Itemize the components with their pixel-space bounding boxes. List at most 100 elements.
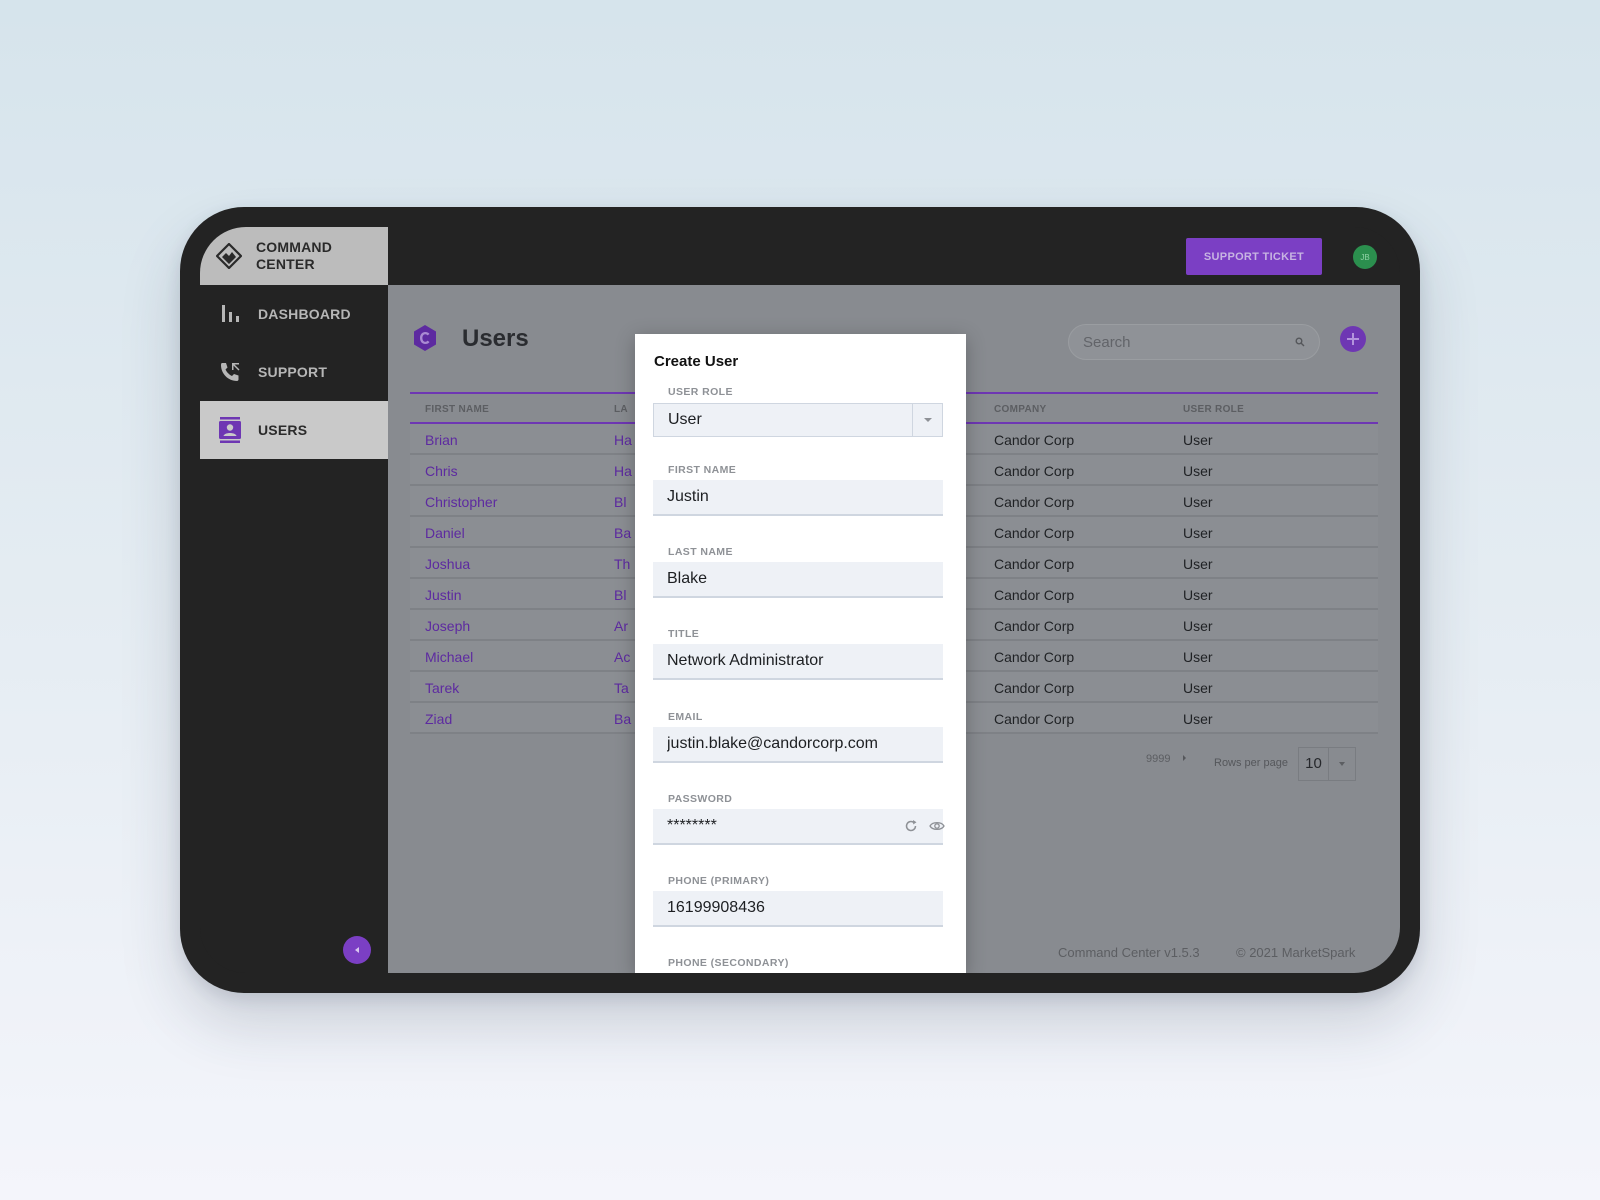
user-role-cell: User	[1183, 463, 1213, 479]
chevron-down-icon	[912, 404, 942, 436]
title-label: TITLE	[668, 628, 700, 640]
first-name-cell[interactable]: Michael	[425, 649, 473, 665]
user-role-cell: User	[1183, 680, 1213, 696]
brand-header[interactable]: COMMAND CENTER	[200, 227, 388, 285]
password-label: PASSWORD	[668, 793, 733, 805]
company-cell: Candor Corp	[994, 494, 1075, 510]
user-role-cell: User	[1183, 618, 1213, 634]
user-role-cell: User	[1183, 556, 1213, 572]
password-field[interactable]	[653, 809, 943, 845]
user-role-cell: User	[1183, 649, 1213, 665]
last-name-cell[interactable]: Bl	[614, 587, 626, 603]
first-name-label: FIRST NAME	[668, 464, 737, 476]
refresh-icon[interactable]	[903, 818, 919, 834]
column-header-user-role[interactable]: USER ROLE	[1183, 404, 1244, 415]
contact-card-icon	[217, 417, 243, 443]
collapse-sidebar-button[interactable]	[343, 936, 371, 964]
company-cell: Candor Corp	[994, 432, 1075, 448]
support-ticket-button[interactable]: SUPPORT TICKET	[1186, 238, 1322, 275]
modal-title: Create User	[654, 353, 739, 370]
last-name-field[interactable]	[653, 562, 943, 598]
first-name-cell[interactable]: Tarek	[425, 680, 459, 696]
device-frame: COMMAND CENTER DASHBOARD SUPPORT USERS S…	[180, 207, 1420, 993]
phone-icon	[217, 359, 243, 385]
user-role-label: USER ROLE	[668, 386, 733, 398]
column-header-last-name[interactable]: LA	[614, 404, 628, 415]
plus-icon	[1347, 333, 1359, 345]
eye-icon[interactable]	[929, 818, 945, 834]
first-name-cell[interactable]: Christopher	[425, 494, 497, 510]
company-cell: Candor Corp	[994, 463, 1075, 479]
user-role-value: User	[668, 411, 702, 428]
brand-logo-icon	[216, 243, 242, 269]
column-header-first-name[interactable]: FIRST NAME	[425, 404, 489, 415]
first-name-cell[interactable]: Justin	[425, 587, 462, 603]
chevron-left-icon	[355, 947, 359, 953]
title-field[interactable]	[653, 644, 943, 680]
user-role-select[interactable]: User	[653, 403, 943, 437]
company-cell: Candor Corp	[994, 587, 1075, 603]
first-name-cell[interactable]: Joseph	[425, 618, 470, 634]
last-name-cell[interactable]: Ba	[614, 525, 631, 541]
chevron-right-icon[interactable]	[1180, 754, 1190, 762]
last-name-cell[interactable]: Ha	[614, 463, 632, 479]
sidebar-item-dashboard[interactable]: DASHBOARD	[200, 285, 388, 343]
sidebar: COMMAND CENTER DASHBOARD SUPPORT USERS	[200, 227, 388, 973]
pagination-range-text: 9999	[1146, 753, 1171, 765]
search-icon[interactable]	[1295, 337, 1305, 347]
column-header-company[interactable]: COMPANY	[994, 404, 1046, 415]
first-name-cell[interactable]: Daniel	[425, 525, 465, 541]
phone-secondary-label: PHONE (SECONDARY)	[668, 957, 789, 969]
sidebar-item-label: DASHBOARD	[258, 306, 351, 322]
rows-per-page-select[interactable]: 10	[1298, 747, 1356, 781]
top-bar: SUPPORT TICKET JB	[388, 227, 1400, 285]
first-name-cell[interactable]: Joshua	[425, 556, 470, 572]
company-cell: Candor Corp	[994, 618, 1075, 634]
phone-primary-label: PHONE (PRIMARY)	[668, 875, 770, 887]
first-name-cell[interactable]: Chris	[425, 463, 458, 479]
company-cell: Candor Corp	[994, 556, 1075, 572]
email-label: EMAIL	[668, 711, 703, 723]
page-title: Users	[462, 325, 529, 352]
brand-name-line2: CENTER	[256, 256, 315, 272]
user-role-cell: User	[1183, 432, 1213, 448]
last-name-cell[interactable]: Ac	[614, 649, 630, 665]
sidebar-item-label: USERS	[258, 422, 308, 438]
user-role-cell: User	[1183, 711, 1213, 727]
sidebar-item-users[interactable]: USERS	[200, 401, 388, 459]
phone-primary-field[interactable]	[653, 891, 943, 927]
last-name-label: LAST NAME	[668, 546, 733, 558]
first-name-field[interactable]	[653, 480, 943, 516]
add-user-button[interactable]	[1340, 326, 1366, 352]
last-name-cell[interactable]: Th	[614, 556, 630, 572]
user-role-cell: User	[1183, 587, 1213, 603]
brand-name-line1: COMMAND	[256, 239, 333, 255]
last-name-cell[interactable]: Bl	[614, 494, 626, 510]
pagination-range: 9999	[1146, 753, 1190, 765]
app-version: Command Center v1.5.3	[1058, 945, 1200, 960]
avatar[interactable]: JB	[1353, 245, 1377, 269]
create-user-modal: Create User USER ROLE User FIRST NAME LA…	[635, 334, 966, 973]
last-name-cell[interactable]: Ba	[614, 711, 631, 727]
last-name-cell[interactable]: Ar	[614, 618, 628, 634]
last-name-cell[interactable]: Ta	[614, 680, 629, 696]
user-role-cell: User	[1183, 494, 1213, 510]
search-input[interactable]	[1083, 333, 1295, 351]
sidebar-item-support[interactable]: SUPPORT	[200, 343, 388, 401]
first-name-cell[interactable]: Brian	[425, 432, 458, 448]
app-screen: COMMAND CENTER DASHBOARD SUPPORT USERS S…	[200, 227, 1400, 973]
search-box	[1068, 324, 1320, 360]
chevron-down-icon	[1329, 760, 1355, 768]
rows-per-page-label: Rows per page	[1214, 757, 1288, 769]
brand-name: COMMAND CENTER	[256, 239, 332, 273]
company-cell: Candor Corp	[994, 649, 1075, 665]
email-field[interactable]	[653, 727, 943, 763]
first-name-cell[interactable]: Ziad	[425, 711, 452, 727]
password-actions	[903, 818, 945, 834]
sidebar-item-label: SUPPORT	[258, 364, 328, 380]
company-cell: Candor Corp	[994, 525, 1075, 541]
company-cell: Candor Corp	[994, 680, 1075, 696]
last-name-cell[interactable]: Ha	[614, 432, 632, 448]
bar-chart-icon	[217, 301, 243, 327]
company-cell: Candor Corp	[994, 711, 1075, 727]
